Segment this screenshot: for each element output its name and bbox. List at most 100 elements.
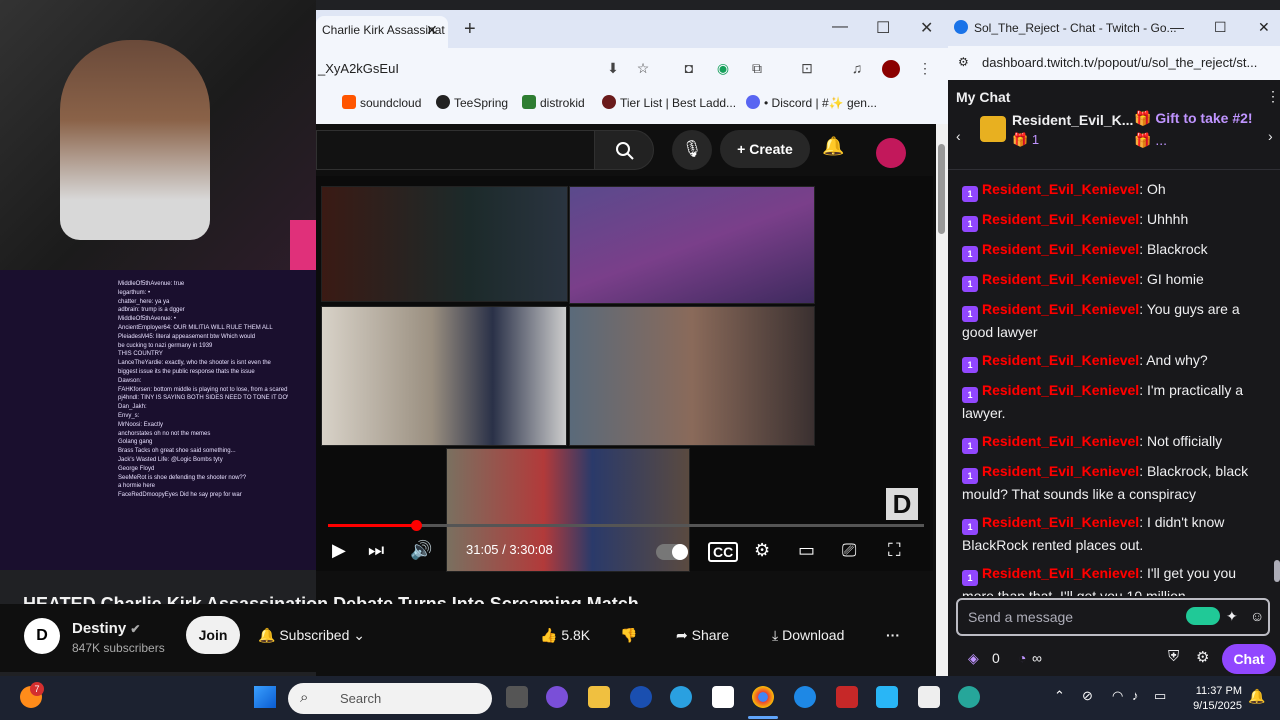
volume-icon[interactable]: 🔊	[410, 540, 432, 561]
subscribed-button[interactable]: 🔔 Subscribed ⌄	[258, 616, 365, 654]
edge-icon[interactable]	[794, 686, 816, 708]
search-button[interactable]	[594, 130, 654, 170]
notification-center-icon[interactable]: 🔔	[1248, 688, 1265, 705]
download-button[interactable]: ⤓ Download	[772, 616, 844, 654]
video-player[interactable]: D ▶ ⏭ 🔊 31:05 / 3:30:08 CC ⚙ ▭ ⎚ ⛶	[316, 176, 933, 572]
url-field[interactable]: _XyA2kGsEuI	[318, 61, 399, 76]
fullscreen-icon[interactable]: ⛶	[888, 540, 901, 561]
chat-username[interactable]: Resident_Evil_Kenievel	[982, 463, 1139, 479]
bookmark-soundcloud[interactable]: soundcloud	[342, 95, 421, 110]
chat-username[interactable]: Resident_Evil_Kenievel	[982, 211, 1139, 227]
taskbar-clock[interactable]: 11:37 PM 9/15/2025	[1188, 684, 1242, 714]
twitch-minimize-button[interactable]: —	[1170, 19, 1184, 35]
more-actions-button[interactable]: ···	[886, 616, 900, 654]
autoplay-toggle[interactable]	[656, 544, 688, 560]
mcafee-icon[interactable]	[836, 686, 858, 708]
next-icon[interactable]: ⏭	[368, 540, 384, 561]
chat-username[interactable]: Resident_Evil_Kenievel	[982, 352, 1139, 368]
photos-icon[interactable]	[876, 686, 898, 708]
channel-avatar[interactable]: D	[24, 618, 60, 654]
create-button[interactable]: + Create	[720, 130, 810, 168]
gift-next-icon[interactable]: ›	[1268, 128, 1273, 144]
bits-icon[interactable]: ✦	[1226, 608, 1238, 625]
bookmark-tier-list[interactable]: Tier List | Best Ladd...	[602, 95, 736, 110]
mod-shield-icon[interactable]: ⛨	[1168, 648, 1179, 665]
menu-kebab-icon[interactable]: ⋮	[916, 60, 934, 78]
edge-app-icon[interactable]	[670, 686, 692, 708]
task-view-icon[interactable]	[506, 686, 528, 708]
twitch-maximize-button[interactable]: ☐	[1214, 19, 1227, 36]
chat-username[interactable]: Resident_Evil_Kenievel	[982, 382, 1139, 398]
profile-avatar[interactable]	[882, 60, 900, 78]
chat-username[interactable]: Resident_Evil_Kenievel	[982, 241, 1139, 257]
copilot-icon[interactable]	[546, 686, 568, 708]
user-avatar[interactable]	[876, 138, 906, 168]
dislike-button[interactable]: 👎	[620, 616, 637, 654]
twitch-close-button[interactable]: ✕	[1258, 19, 1270, 36]
bookmark-star-icon[interactable]: ☆	[634, 60, 652, 78]
notepad-icon[interactable]	[918, 686, 940, 708]
chat-scrollbar[interactable]	[1274, 560, 1280, 582]
new-tab-button[interactable]: +	[464, 18, 476, 41]
taskbar-search-input[interactable]: ⌕ Search	[288, 683, 492, 714]
play-icon[interactable]: ▶	[332, 540, 346, 561]
install-app-icon[interactable]: ⬇	[604, 60, 622, 78]
settings-gear-icon[interactable]: ⚙	[754, 540, 770, 561]
grammarly-badge-icon[interactable]	[1186, 607, 1220, 625]
hp-icon[interactable]	[630, 686, 652, 708]
chat-username[interactable]: Resident_Evil_Kenievel	[982, 271, 1139, 287]
file-explorer-icon[interactable]	[588, 686, 610, 708]
share-button[interactable]: ➦ Share	[676, 616, 729, 654]
bookmark-discord[interactable]: • Discord | #✨ gen...	[746, 95, 877, 110]
bookmark-distrokid[interactable]: distrokid	[522, 95, 585, 110]
twitch-url[interactable]: dashboard.twitch.tv/popout/u/sol_the_rej…	[982, 55, 1257, 70]
download-icon: ⤓	[772, 627, 779, 643]
chat-username[interactable]: Resident_Evil_Kenievel	[982, 181, 1139, 197]
maximize-button[interactable]: ☐	[876, 18, 890, 38]
channel-points-icon[interactable]: ◈	[968, 650, 979, 667]
captions-icon[interactable]: CC	[708, 542, 739, 562]
chat-settings-icon[interactable]: ⚙	[1196, 648, 1209, 666]
chat-menu-icon[interactable]: ⋮	[1266, 88, 1280, 105]
join-button[interactable]: Join	[186, 616, 240, 654]
search-input[interactable]	[316, 130, 594, 170]
emote-picker-icon[interactable]: ☺	[1250, 608, 1264, 624]
tab-search-icon[interactable]: ⊡	[798, 60, 816, 78]
chat-username[interactable]: Resident_Evil_Kenievel	[982, 301, 1139, 317]
extensions-icon[interactable]: ⧉	[748, 60, 766, 78]
progress-scrubber[interactable]	[411, 520, 422, 531]
like-button[interactable]: 👍 5.8K	[540, 616, 590, 654]
camera-icon[interactable]: ◘	[680, 60, 698, 78]
tray-app-icon[interactable]: ⊘	[1082, 688, 1093, 704]
chat-send-button[interactable]: Chat	[1222, 644, 1276, 674]
tray-overflow-icon[interactable]: ⌃	[1054, 688, 1065, 704]
media-control-icon[interactable]: ♫	[848, 60, 866, 78]
wifi-icon[interactable]: ◠	[1112, 688, 1123, 704]
page-scrollbar[interactable]	[936, 124, 948, 676]
channel-name[interactable]: Destiny ✔	[72, 620, 140, 637]
speaker-icon[interactable]: ♪	[1132, 688, 1139, 703]
grammarly-icon[interactable]: ◉	[714, 60, 732, 78]
site-settings-icon[interactable]: ⚙	[958, 55, 969, 69]
chrome-icon[interactable]	[752, 686, 774, 708]
video-progress-bar[interactable]	[328, 520, 924, 531]
network-app-icon[interactable]	[958, 686, 980, 708]
theater-mode-icon[interactable]: ▭	[798, 540, 815, 561]
clock-time: 11:37 PM	[1195, 685, 1242, 697]
start-windows-icon[interactable]	[254, 686, 276, 708]
bookmark-teespring[interactable]: TeeSpring	[436, 95, 508, 110]
send-message-input[interactable]: Send a message ✦ ☺	[956, 598, 1270, 636]
scrollbar-thumb[interactable]	[938, 144, 945, 234]
cast-icon[interactable]: ⎚	[842, 540, 856, 561]
document-icon[interactable]	[712, 686, 734, 708]
voice-search-button[interactable]: 🎙	[672, 130, 712, 170]
minimize-button[interactable]: —	[832, 18, 848, 36]
chat-username[interactable]: Resident_Evil_Kenievel	[982, 514, 1139, 530]
chat-username[interactable]: Resident_Evil_Kenievel	[982, 433, 1139, 449]
notifications-bell-icon[interactable]: 🔔	[822, 136, 844, 157]
close-window-button[interactable]: ✕	[920, 18, 933, 38]
battery-icon[interactable]: ▭	[1154, 688, 1166, 704]
gift-prev-icon[interactable]: ‹	[956, 128, 961, 144]
chat-username[interactable]: Resident_Evil_Kenievel	[982, 565, 1139, 581]
tab-close-icon[interactable]: ✕	[426, 22, 438, 39]
